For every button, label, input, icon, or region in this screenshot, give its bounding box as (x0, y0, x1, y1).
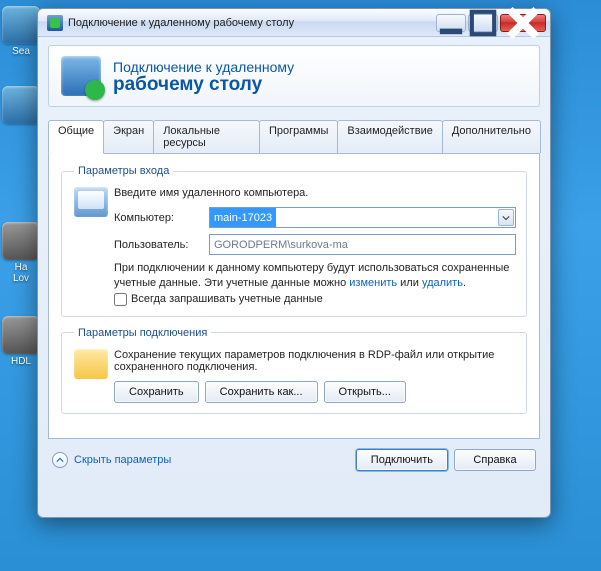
minimize-button[interactable] (436, 14, 466, 32)
rdp-icon (61, 56, 101, 96)
help-button[interactable]: Справка (454, 449, 536, 471)
banner-line2: рабочему столу (113, 75, 294, 94)
tab-local-resources[interactable]: Локальные ресурсы (153, 120, 260, 153)
connection-group: Параметры подключения Сохранение текущих… (61, 327, 527, 414)
desktop-label: Lov (13, 273, 29, 284)
tab-advanced[interactable]: Дополнительно (442, 120, 541, 153)
desktop-label: Ha (15, 262, 28, 273)
always-ask-label: Всегда запрашивать учетные данные (131, 293, 323, 305)
connection-desc: Сохранение текущих параметров подключени… (114, 349, 516, 373)
hide-options-toggle[interactable]: Скрыть параметры (52, 452, 171, 468)
desktop-label: Sea (12, 46, 30, 57)
maximize-button[interactable] (468, 14, 498, 32)
rdp-window: Подключение к удаленному рабочему столу … (37, 8, 551, 518)
open-button[interactable]: Открыть... (324, 381, 406, 403)
chevron-up-icon (52, 452, 68, 468)
always-ask-checkbox[interactable] (114, 293, 127, 306)
credentials-note: При подключении к данному компьютеру буд… (114, 261, 516, 291)
login-legend: Параметры входа (74, 165, 173, 177)
folder-icon (74, 349, 108, 379)
tab-experience[interactable]: Взаимодействие (337, 120, 442, 153)
connection-legend: Параметры подключения (74, 327, 211, 339)
tab-display[interactable]: Экран (103, 120, 154, 153)
computer-label: Компьютер: (114, 212, 209, 224)
login-group: Параметры входа Введите имя удаленного к… (61, 165, 527, 317)
rdp-app-icon (47, 15, 63, 31)
connect-button[interactable]: Подключить (356, 449, 448, 471)
banner-line1: Подключение к удаленному (113, 59, 294, 75)
delete-credentials-link[interactable]: удалить (422, 277, 463, 289)
titlebar[interactable]: Подключение к удаленному рабочему столу (38, 9, 550, 37)
tab-strip: Общие Экран Локальные ресурсы Программы … (48, 120, 540, 154)
user-input[interactable] (209, 234, 516, 255)
computer-dropdown-button[interactable] (498, 209, 514, 226)
tab-general[interactable]: Общие (48, 120, 104, 154)
edit-credentials-link[interactable]: изменить (349, 277, 397, 289)
window-title: Подключение к удаленному рабочему столу (68, 17, 294, 29)
desktop-label: HDL (11, 356, 31, 367)
close-button[interactable] (500, 14, 546, 32)
computer-input[interactable] (209, 207, 516, 228)
save-button[interactable]: Сохранить (114, 381, 199, 403)
save-as-button[interactable]: Сохранить как... (205, 381, 318, 403)
tab-programs[interactable]: Программы (259, 120, 338, 153)
computer-icon (74, 187, 108, 217)
user-label: Пользователь: (114, 239, 209, 251)
header-banner: Подключение к удаленному рабочему столу (48, 45, 540, 107)
login-prompt: Введите имя удаленного компьютера. (114, 187, 516, 199)
